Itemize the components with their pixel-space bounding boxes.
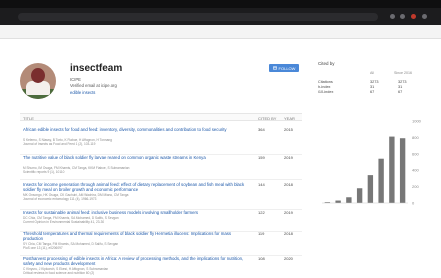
stat-all: 3273 xyxy=(370,80,379,84)
table-row: Insects for sustainable animal feed: inc… xyxy=(20,210,302,232)
article-title[interactable]: Threshold temperatures and thermal requi… xyxy=(23,231,245,241)
profile-name: insectfeam xyxy=(70,63,123,74)
year: 2015 xyxy=(284,127,293,132)
table-row: Postharvest processing of edible insects… xyxy=(20,256,302,278)
bar-2018[interactable] xyxy=(356,188,363,203)
year: 2020 xyxy=(284,256,293,261)
article-title[interactable]: The nutritive value of black soldier fly… xyxy=(23,155,245,160)
bar-2022[interactable] xyxy=(399,138,406,203)
stat-all: 31 xyxy=(370,85,375,89)
y-tick-label: 800 xyxy=(412,135,419,140)
profile-interests[interactable]: edible insects xyxy=(70,90,95,95)
cited-count[interactable]: 159 xyxy=(258,155,265,160)
profile-email: Verified email at icipe.org xyxy=(70,83,117,88)
stat-label: i10-index xyxy=(318,90,334,94)
article-title[interactable]: African edible insects for food and feed… xyxy=(23,127,245,132)
article-title[interactable]: Insects for sustainable animal feed: inc… xyxy=(23,210,245,215)
stat-since: 67 xyxy=(398,90,403,94)
profile-affiliation: ICIPE xyxy=(70,77,81,82)
year: 2018 xyxy=(284,231,293,236)
year: 2019 xyxy=(284,210,293,215)
cited-count[interactable]: 144 xyxy=(258,182,265,187)
article-venue: PloS one 13 (11), e0206097 xyxy=(23,246,63,250)
follow-icon xyxy=(272,66,277,70)
avatar xyxy=(20,63,56,99)
address-bar[interactable] xyxy=(18,13,378,21)
stats-col-since: Since 2016 xyxy=(394,71,412,75)
article-title[interactable]: Insects for income generation through an… xyxy=(23,182,245,192)
y-tick-label: 600 xyxy=(412,151,419,156)
table-row: Threshold temperatures and thermal requi… xyxy=(20,231,302,256)
table-row: Insects for income generation through an… xyxy=(20,182,302,210)
browser-chrome xyxy=(0,0,441,25)
follow-label: FOLLOW xyxy=(278,65,296,71)
bar-2020[interactable] xyxy=(378,158,384,203)
article-title[interactable]: Postharvest processing of edible insects… xyxy=(23,256,245,266)
year: 2018 xyxy=(284,182,293,187)
article-venue: Current Opinion in Environmental Sustain… xyxy=(23,220,105,224)
cited-count[interactable]: 119 xyxy=(258,231,264,236)
article-venue: Journal of Insects as Food and Feed 1 (2… xyxy=(23,142,96,146)
article-venue: Scientific reports 9 (1), 10110 xyxy=(23,170,65,174)
follow-button[interactable]: FOLLOW xyxy=(269,64,299,72)
y-tick-label: 0 xyxy=(412,201,415,206)
bar-2017[interactable] xyxy=(346,197,352,203)
stat-since: 31 xyxy=(398,85,403,89)
stat-label: h-index xyxy=(318,85,331,89)
col-year[interactable]: YEAR xyxy=(284,116,295,121)
record-icon[interactable] xyxy=(411,14,416,19)
cited-count[interactable]: 108 xyxy=(258,256,265,261)
table-row: African edible insects for food and feed… xyxy=(20,127,302,155)
extension-icon[interactable] xyxy=(390,14,395,19)
citations-chart: 1000 800 600 400 200 0 xyxy=(322,119,422,206)
y-tick-label: 200 xyxy=(412,184,419,189)
bar-2016[interactable] xyxy=(335,200,341,203)
article-venue: Critical reviews in food science and nut… xyxy=(23,271,95,275)
cited-by-title: Cited by xyxy=(318,61,335,66)
tab-strip xyxy=(0,0,441,8)
year: 2019 xyxy=(284,155,293,160)
stat-since: 3273 xyxy=(398,80,407,84)
extension-icon[interactable] xyxy=(400,14,405,19)
cited-count[interactable]: 122 xyxy=(258,210,265,215)
stats-col-all: All xyxy=(370,71,374,75)
y-tick-label: 1000 xyxy=(412,119,422,124)
app-bar xyxy=(0,25,441,39)
cited-count[interactable]: 364 xyxy=(258,127,265,132)
table-row: The nutritive value of black soldier fly… xyxy=(20,155,302,180)
table-header: TITLE CITED BY YEAR xyxy=(20,113,302,121)
stat-all: 67 xyxy=(370,90,375,94)
menu-icon[interactable] xyxy=(422,14,427,19)
bar-2021[interactable] xyxy=(389,136,395,203)
profile-page: insectfeam ICIPE Verified email at icipe… xyxy=(0,39,441,278)
article-venue: Journal of economic entomology 111 (4), … xyxy=(23,197,97,201)
bar-2019[interactable] xyxy=(367,175,374,203)
col-cited[interactable]: CITED BY xyxy=(258,116,276,121)
col-title[interactable]: TITLE xyxy=(23,116,34,121)
stat-label: Citations xyxy=(318,80,333,84)
y-tick-label: 400 xyxy=(412,168,419,173)
